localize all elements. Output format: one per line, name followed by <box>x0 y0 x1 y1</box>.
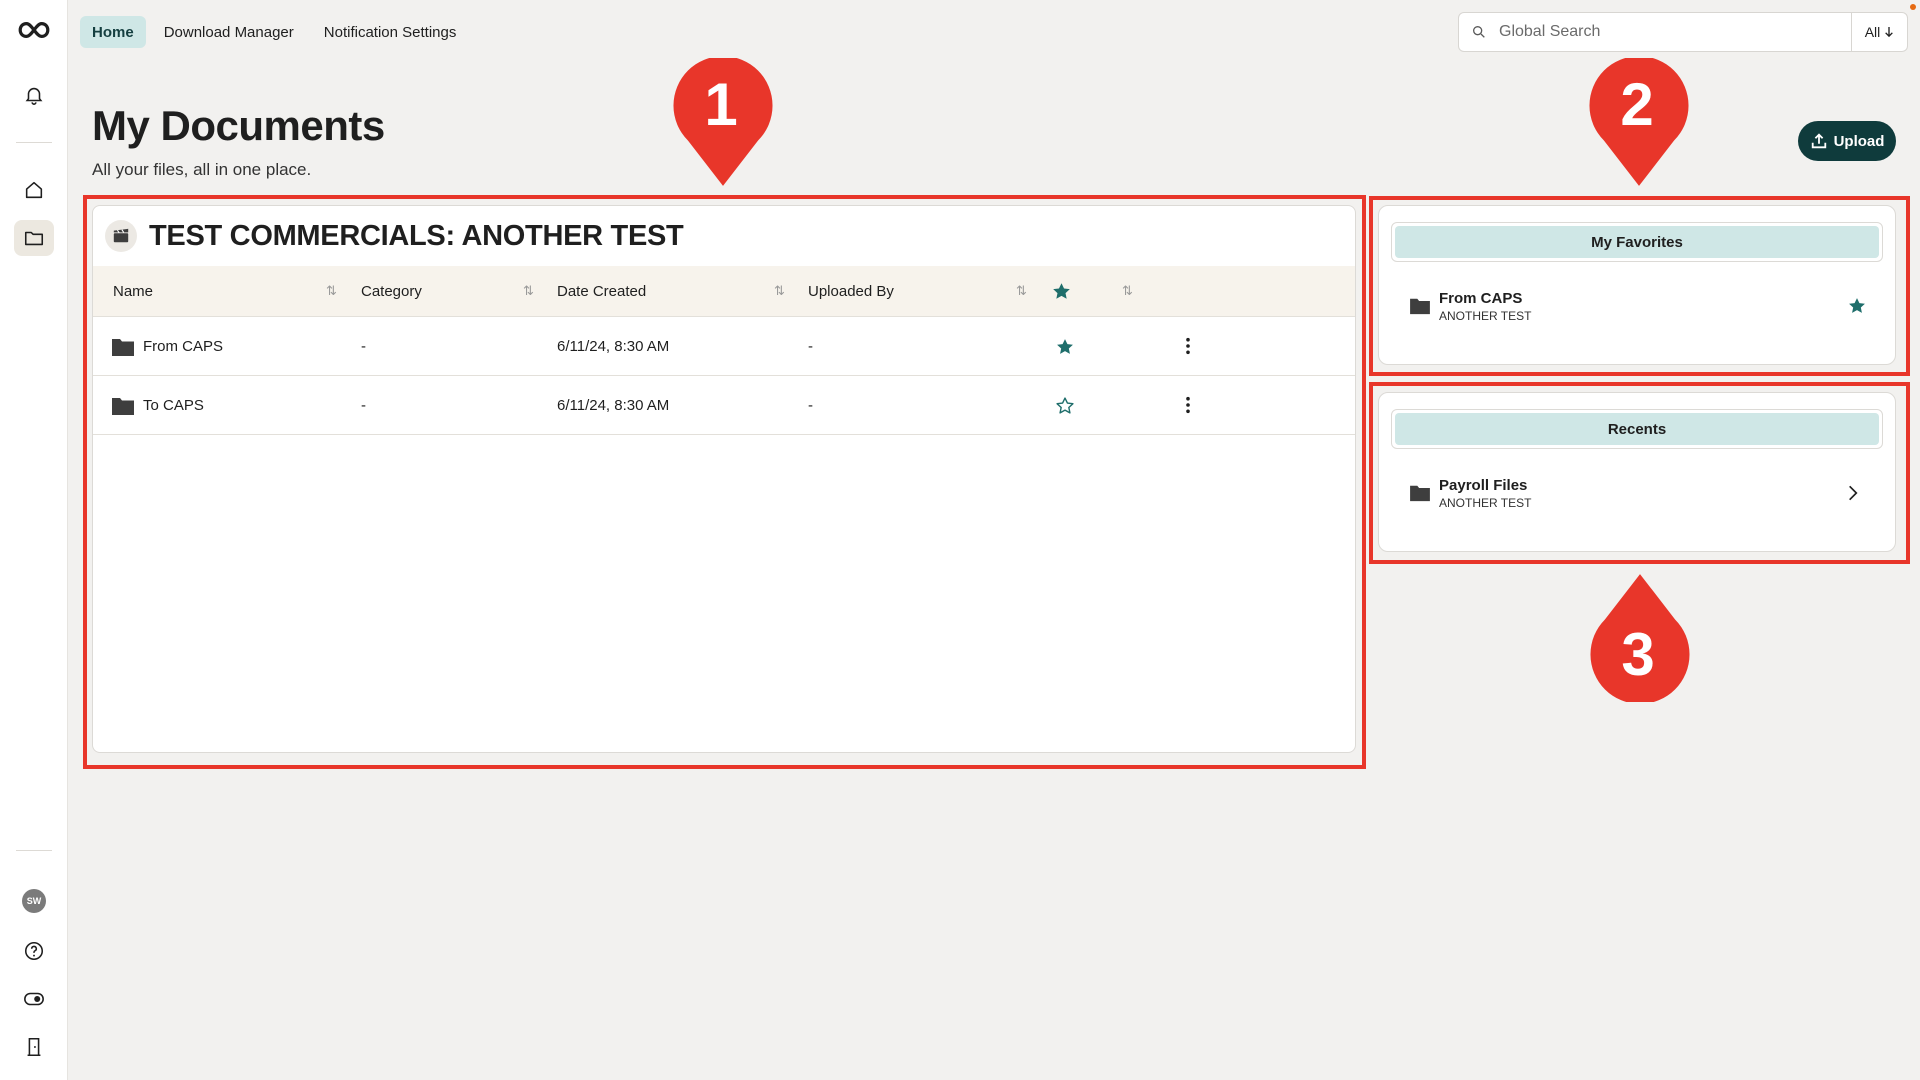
search-filter-dropdown[interactable]: All <box>1851 13 1907 51</box>
avatar: SW <box>22 889 46 913</box>
logout-button[interactable] <box>14 1029 54 1065</box>
tab-notification-settings[interactable]: Notification Settings <box>312 16 469 48</box>
page-subtitle: All your files, all in one place. <box>92 160 312 179</box>
top-nav: Home Download Manager Notification Setti… <box>80 16 468 48</box>
upload-label: Upload <box>1833 132 1885 150</box>
toggle-icon <box>24 992 44 1006</box>
annotation-box-1 <box>83 195 1366 769</box>
bell-icon <box>25 87 43 105</box>
notifications-button[interactable] <box>14 77 54 113</box>
help-button[interactable] <box>14 933 54 969</box>
annotation-number: 3 <box>1621 621 1655 688</box>
left-rail: SW <box>0 0 68 1080</box>
rail-divider <box>16 850 52 851</box>
help-icon <box>24 941 44 961</box>
documents-nav-button[interactable] <box>14 220 54 256</box>
annotation-pin-1: 1 <box>671 56 775 188</box>
annotation-box-2 <box>1369 196 1910 376</box>
folder-icon <box>24 231 44 246</box>
home-nav-button[interactable] <box>14 172 54 208</box>
global-search: All <box>1458 12 1908 52</box>
theme-toggle[interactable] <box>14 981 54 1017</box>
infinity-logo-icon <box>18 22 50 38</box>
upload-button[interactable]: Upload <box>1798 121 1896 161</box>
upload-icon <box>1811 133 1826 149</box>
tab-download-manager[interactable]: Download Manager <box>152 16 306 48</box>
rail-divider <box>16 142 52 143</box>
annotation-box-3 <box>1369 382 1910 564</box>
search-input[interactable] <box>1499 14 1851 50</box>
annotation-pin-3: 3 <box>1588 572 1692 704</box>
search-icon <box>1459 13 1499 51</box>
arrow-down-icon <box>1885 27 1894 38</box>
profile-button[interactable]: SW <box>14 883 54 919</box>
search-filter-label: All <box>1864 24 1881 40</box>
annotation-number: 2 <box>1620 71 1654 138</box>
annotation-pin-2: 2 <box>1587 56 1691 188</box>
tab-home[interactable]: Home <box>80 16 146 48</box>
app-logo[interactable] <box>14 12 54 48</box>
door-exit-icon <box>27 1037 41 1057</box>
page-title: My Documents <box>92 102 385 149</box>
annotation-number: 1 <box>704 71 738 138</box>
notification-dot <box>1910 4 1916 10</box>
home-icon <box>25 181 43 199</box>
